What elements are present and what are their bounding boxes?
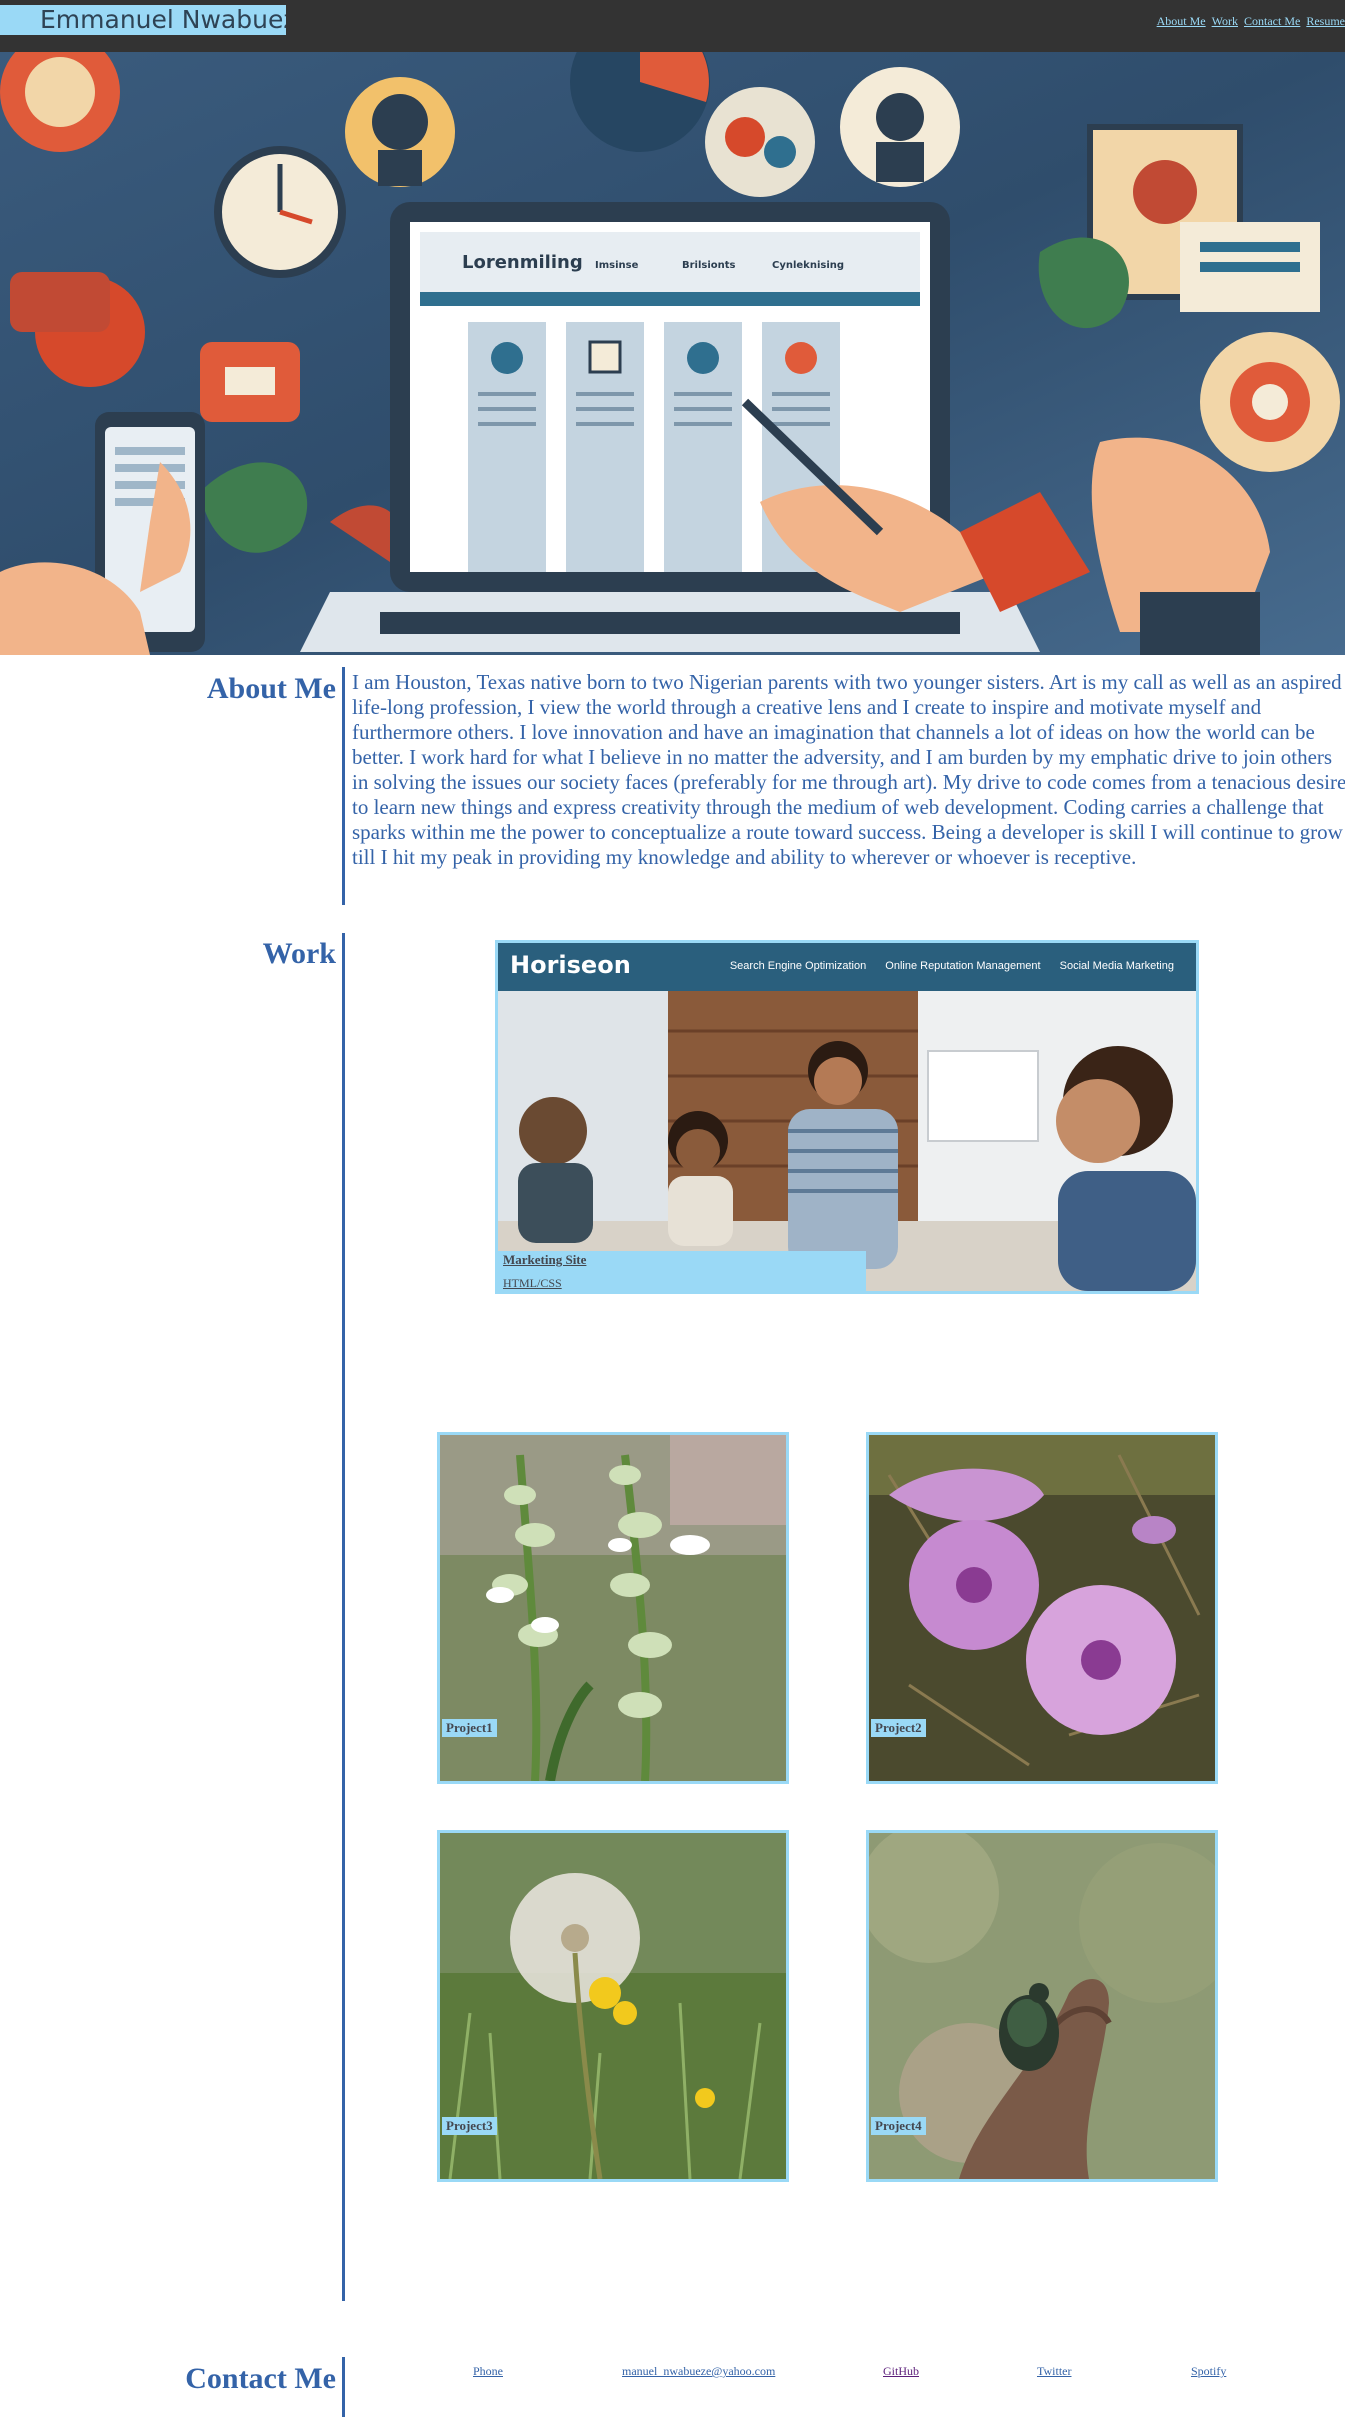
work-divider [342, 933, 345, 2301]
about-divider [342, 667, 345, 905]
featured-project-caption: Marketing Site HTML/CSS [498, 1251, 866, 1291]
hero-screen-tab-1: Imsinse [595, 260, 639, 271]
featured-project-tech-link[interactable]: HTML/CSS [503, 1276, 861, 1291]
about-title: About Me [206, 672, 336, 705]
featured-site-link-smm: Social Media Marketing [1059, 960, 1174, 972]
hero-screen-title: Lorenmiling [462, 252, 583, 273]
contact-divider [342, 2357, 345, 2417]
featured-project-photo [498, 991, 1196, 1291]
about-text: I am Houston, Texas native born to two N… [352, 670, 1345, 869]
project-card-4[interactable]: Project4 [866, 1830, 1218, 2182]
hero-screen-tab-2: Brilsionts [682, 260, 736, 271]
work-title: Work [262, 937, 336, 970]
featured-site-link-seo: Search Engine Optimization [729, 960, 867, 972]
project-card-2[interactable]: Project2 [866, 1432, 1218, 1784]
project-4-label[interactable]: Project4 [871, 2117, 926, 2135]
project-2-label[interactable]: Project2 [871, 1719, 926, 1737]
featured-site-navbar: Horiseon Search Engine Optimization Onli… [498, 943, 1196, 991]
project-3-label[interactable]: Project3 [442, 2117, 497, 2135]
contact-title: Contact Me [185, 2362, 336, 2395]
nav-link-work[interactable]: Work [1212, 14, 1238, 28]
nav-link-contact[interactable]: Contact Me [1244, 14, 1300, 28]
main-nav: About Me Work Contact Me Resume [1154, 14, 1345, 29]
contact-link-twitter[interactable]: Twitter [1037, 2364, 1071, 2379]
nav-link-about[interactable]: About Me [1157, 14, 1206, 28]
featured-project-card[interactable]: Horiseon Search Engine Optimization Onli… [495, 940, 1199, 1294]
nav-link-resume[interactable]: Resume [1306, 14, 1345, 28]
project-1-label[interactable]: Project1 [442, 1719, 497, 1737]
contact-link-github[interactable]: GitHub [883, 2364, 919, 2379]
featured-site-link-orm: Online Reputation Management [885, 960, 1041, 972]
site-header: Emmanuel Nwabueze About Me Work Contact … [0, 0, 1345, 52]
hero-image: Lorenmiling Imsinse Brilsionts Cynleknis… [0, 52, 1345, 655]
contact-link-phone[interactable]: Phone [473, 2364, 503, 2379]
hero-screen-tab-3: Cynleknising [772, 260, 844, 271]
contact-link-email[interactable]: manuel_nwabueze@yahoo.com [622, 2364, 775, 2379]
project-card-3[interactable]: Project3 [437, 1830, 789, 2182]
featured-site-links: Search Engine Optimization Online Reputa… [714, 960, 1174, 972]
contact-link-spotify[interactable]: Spotify [1191, 2364, 1226, 2379]
featured-site-logo: Horiseon [510, 951, 631, 979]
project-card-1[interactable]: Project1 [437, 1432, 789, 1784]
featured-project-title-link[interactable]: Marketing Site [503, 1252, 861, 1268]
brand-name[interactable]: Emmanuel Nwabueze [0, 5, 286, 35]
